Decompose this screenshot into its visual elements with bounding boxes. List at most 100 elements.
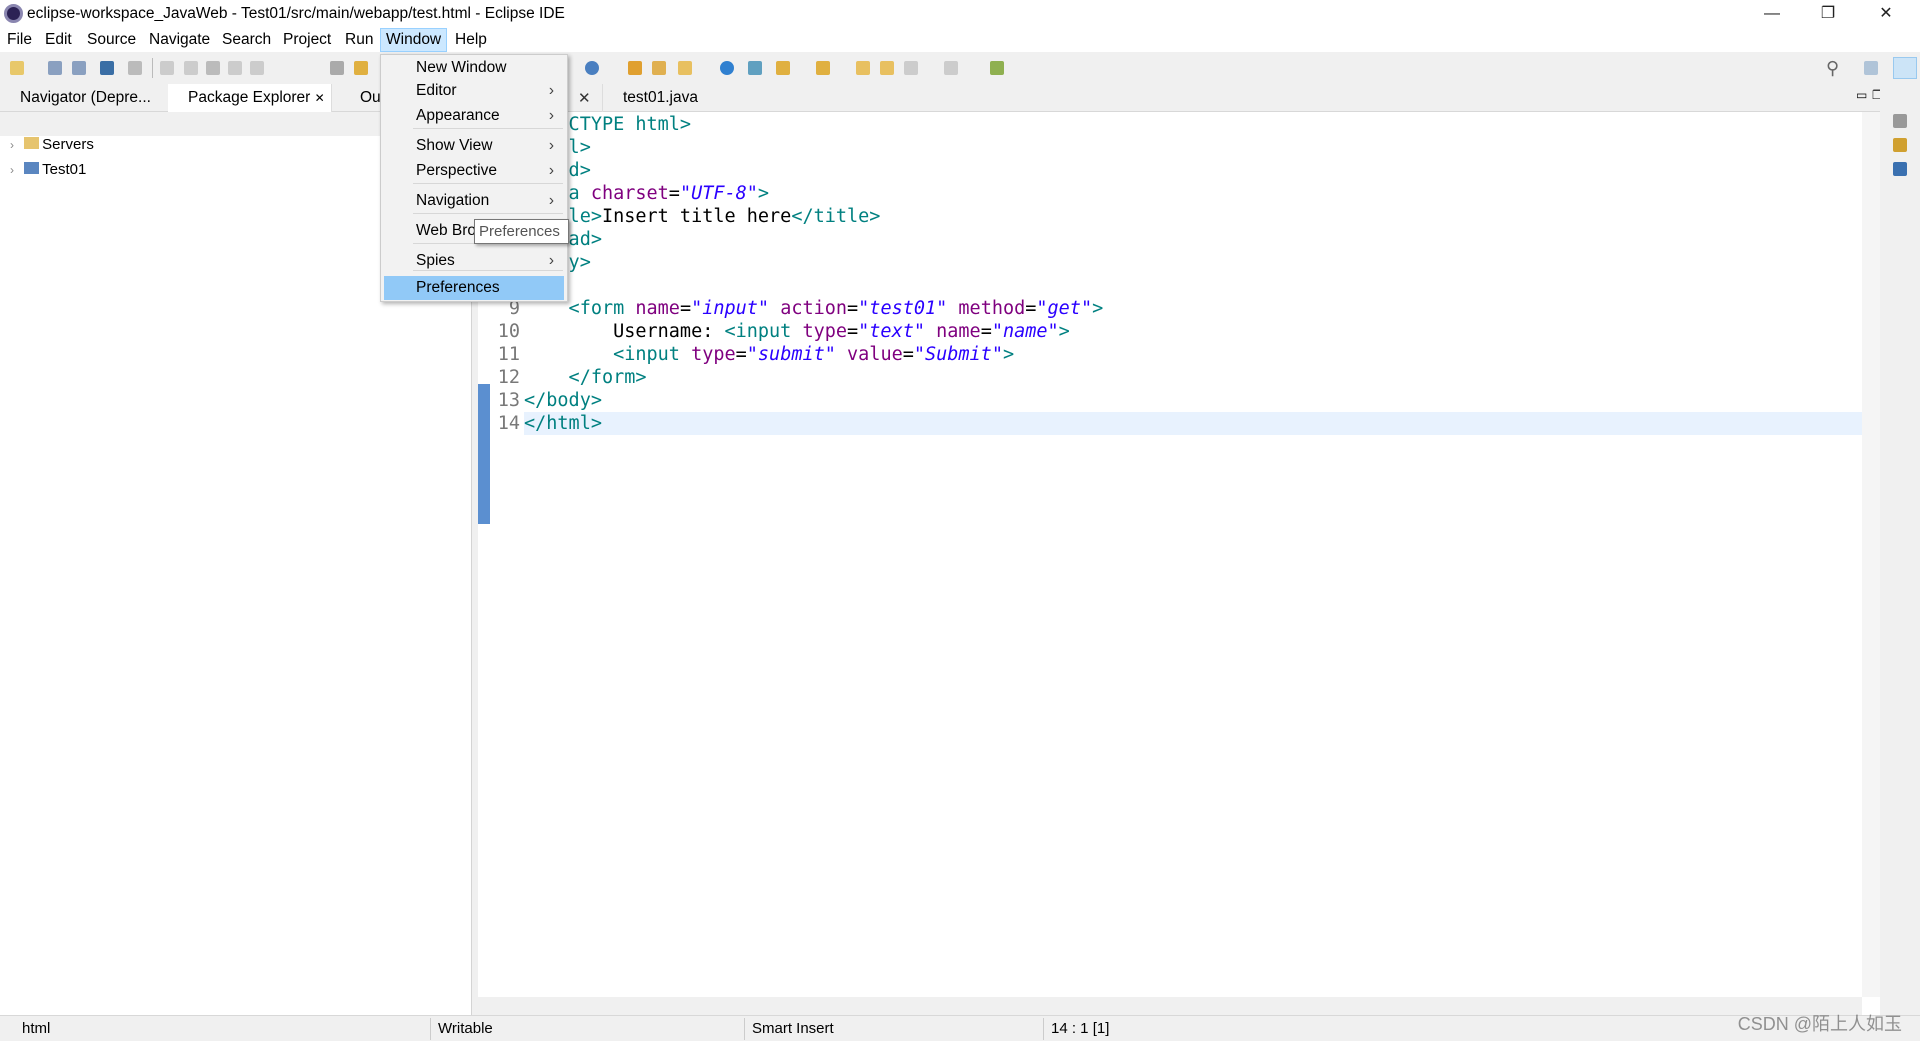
save-icon[interactable] — [48, 61, 62, 75]
line-number: 12 — [497, 367, 520, 388]
resume-icon[interactable] — [160, 61, 174, 75]
tab-package-explorer[interactable]: Package Explorer ✕ — [168, 84, 332, 112]
forward-edit-icon[interactable] — [880, 61, 894, 75]
code-token: "get" — [1036, 298, 1093, 319]
use-step-filters-icon[interactable] — [330, 61, 344, 75]
previous-annotation-icon[interactable] — [816, 61, 830, 75]
code-token: <input — [724, 321, 803, 342]
code-token: "input" — [691, 298, 770, 319]
menu-item-show-view[interactable]: Show View › — [384, 134, 564, 158]
tab-navigator[interactable]: Navigator (Depre... — [0, 84, 166, 112]
code-token: </html> — [524, 413, 602, 434]
close-icon[interactable]: ✕ — [315, 91, 325, 105]
window-title: eclipse-workspace_JavaWeb - Test01/src/m… — [27, 5, 565, 22]
disconnect-icon[interactable] — [228, 61, 242, 75]
tree-item-test01[interactable]: › Test01 — [10, 161, 86, 178]
tree-label: Servers — [42, 136, 94, 153]
properties-icon[interactable] — [1893, 138, 1907, 152]
code-token: > — [1058, 321, 1070, 342]
save-all-icon[interactable] — [72, 61, 86, 75]
code-line[interactable]: <form name="input" action="test01" metho… — [524, 297, 1104, 320]
skip-breakpoints-icon[interactable] — [128, 61, 142, 75]
back-icon[interactable] — [904, 61, 918, 75]
menu-item-new-window[interactable]: New Window — [384, 56, 564, 80]
java-ee-perspective-icon[interactable] — [1893, 57, 1917, 79]
menu-run[interactable]: Run — [340, 28, 378, 52]
code-token: = — [1025, 298, 1037, 319]
code-token: type — [802, 321, 848, 342]
code-token: name — [924, 321, 981, 342]
expand-chevron-icon[interactable]: › — [10, 163, 14, 177]
forward-icon[interactable] — [944, 61, 958, 75]
vertical-scrollbar[interactable] — [1862, 112, 1880, 997]
menu-search[interactable]: Search — [217, 28, 276, 52]
code-token: = — [847, 321, 859, 342]
last-edit-icon[interactable] — [856, 61, 870, 75]
code-line[interactable]: Username: <input type="text" name="name"… — [524, 320, 1070, 343]
status-divider — [1043, 1018, 1044, 1040]
menu-file[interactable]: File — [2, 28, 37, 52]
menu-window[interactable]: Window — [380, 28, 448, 52]
menu-edit[interactable]: Edit — [40, 28, 77, 52]
new-icon[interactable] — [10, 61, 24, 75]
menu-item-label: Show View — [416, 137, 493, 154]
expand-chevron-icon[interactable]: › — [10, 138, 14, 152]
code-token: charset — [590, 183, 669, 204]
code-line[interactable]: </html> — [524, 412, 602, 435]
menu-item-preferences[interactable]: Preferences — [384, 276, 564, 300]
terminate-icon[interactable] — [206, 61, 220, 75]
eclipse-logo-icon — [4, 4, 23, 23]
code-line[interactable]: </body> — [524, 389, 602, 412]
code-token: <input — [524, 344, 692, 365]
search-icon[interactable]: ⚲ — [1826, 58, 1839, 79]
code-token: value — [835, 344, 903, 365]
code-token: "submit" — [746, 344, 836, 365]
console-icon[interactable] — [100, 61, 114, 75]
minimize-button[interactable]: — — [1752, 2, 1792, 26]
tab-test01-java[interactable]: test01.java — [602, 84, 732, 112]
status-bar: html Writable Smart Insert 14 : 1 [1] — [0, 1015, 1920, 1041]
code-token: > — [1002, 344, 1015, 365]
menu-source[interactable]: Source — [82, 28, 141, 52]
horizontal-scrollbar[interactable] — [478, 997, 1862, 1015]
code-line[interactable]: </form> — [524, 366, 647, 389]
menu-item-label: Appearance — [416, 107, 500, 124]
menu-separator — [413, 183, 563, 184]
open-resource-icon[interactable] — [652, 61, 666, 75]
menu-item-perspective[interactable]: Perspective › — [384, 159, 564, 183]
menu-navigate[interactable]: Navigate — [144, 28, 215, 52]
suspend-icon[interactable] — [184, 61, 198, 75]
menu-item-appearance[interactable]: Appearance › — [384, 104, 564, 128]
menu-project[interactable]: Project — [278, 28, 336, 52]
menu-item-label: Preferences — [416, 279, 500, 296]
search-tool-icon[interactable] — [748, 61, 762, 75]
close-icon[interactable]: ✕ — [578, 89, 591, 107]
code-line[interactable]: <title>Insert title here</title> — [524, 205, 880, 228]
restore-icon[interactable] — [1893, 114, 1907, 128]
menu-item-editor[interactable]: Editor › — [384, 79, 564, 103]
tab-label: Ou — [360, 89, 381, 106]
right-trim-bar — [1880, 84, 1920, 1015]
next-annotation-icon[interactable] — [776, 61, 790, 75]
code-token: </title> — [791, 206, 881, 227]
minimize-editor-icon[interactable]: ▭ — [1856, 88, 1867, 102]
restore-button[interactable]: ❐ — [1808, 2, 1848, 26]
menu-help[interactable]: Help — [450, 28, 492, 52]
editor-tab-bar: ✕ test01.java ▭ ❐ — [478, 84, 1883, 112]
menu-item-navigation[interactable]: Navigation › — [384, 189, 564, 213]
open-task-icon[interactable] — [354, 61, 368, 75]
web-browser-icon[interactable] — [720, 61, 734, 75]
submenu-arrow-icon: › — [548, 192, 554, 209]
step-into-icon[interactable] — [250, 61, 264, 75]
open-type-icon[interactable] — [628, 61, 642, 75]
code-token: "UTF-8" — [679, 183, 758, 204]
code-line[interactable]: <input type="submit" value="Submit"> — [524, 343, 1014, 366]
console-view-icon[interactable] — [1893, 162, 1907, 176]
tree-item-servers[interactable]: › Servers — [10, 136, 94, 153]
annotation-icon[interactable] — [678, 61, 692, 75]
pin-editor-icon[interactable] — [990, 61, 1004, 75]
menu-separator — [413, 270, 563, 271]
open-perspective-icon[interactable] — [1864, 61, 1878, 75]
run-icon[interactable] — [585, 61, 599, 75]
close-button[interactable]: ✕ — [1866, 2, 1906, 26]
